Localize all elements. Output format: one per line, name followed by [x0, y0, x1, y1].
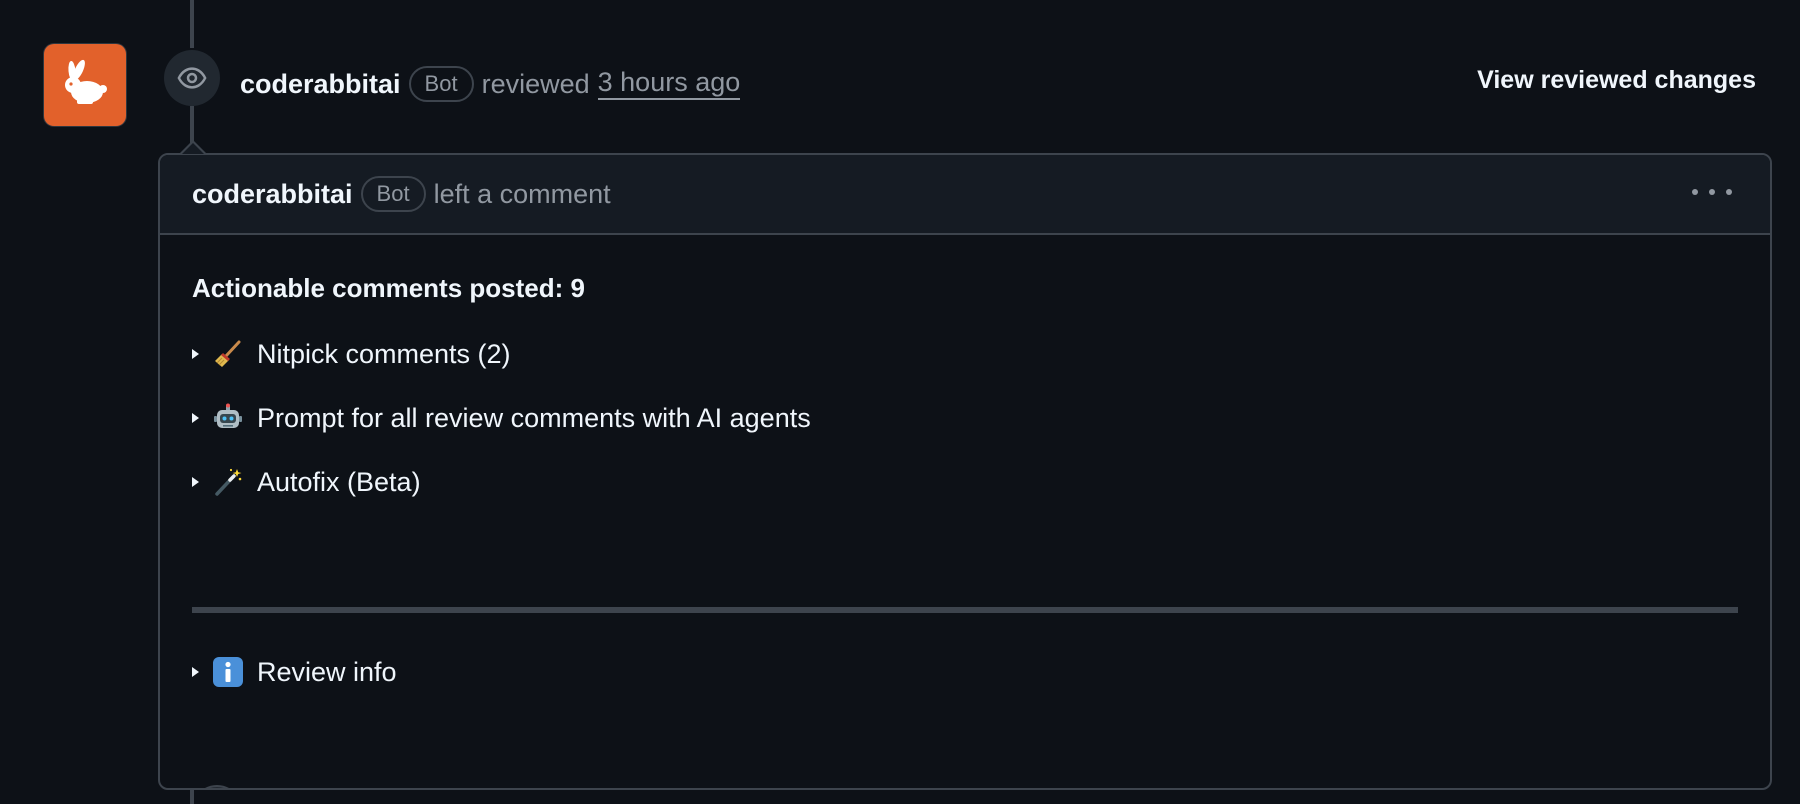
comment-action-text: left a comment [433, 178, 611, 209]
bot-badge: Bot [408, 66, 474, 102]
disclosure-triangle-icon [192, 413, 199, 423]
magic-wand-icon [211, 465, 245, 499]
timeline-line [190, 790, 194, 804]
details-summary-review-info[interactable]: Review info [192, 655, 397, 689]
disclosure-triangle-icon [192, 667, 199, 677]
horizontal-rule [192, 607, 1738, 613]
timeline-line [190, 0, 194, 48]
review-action-text: reviewed [481, 68, 590, 99]
details-label: Autofix (Beta) [257, 466, 421, 497]
robot-icon [211, 401, 245, 435]
pr-review-timeline-item: coderabbitai Bot reviewed 3 hours ago Vi… [0, 0, 1800, 804]
details-summary-ai-prompt[interactable]: Prompt for all review comments with AI a… [192, 401, 811, 435]
review-author-link[interactable]: coderabbitai [240, 69, 401, 100]
disclosure-triangle-icon [192, 349, 199, 359]
details-summary-nitpick[interactable]: Nitpick comments (2) [192, 337, 511, 371]
kebab-horizontal-icon[interactable] [1692, 177, 1732, 207]
add-reaction-button[interactable] [192, 785, 242, 788]
comment-title: Actionable comments posted: 9 [192, 273, 585, 303]
review-time-link[interactable]: 3 hours ago [597, 67, 741, 100]
broom-icon [211, 337, 245, 371]
details-summary-autofix[interactable]: Autofix (Beta) [192, 465, 421, 499]
review-comment-box: coderabbitai Bot left a comment Actionab… [158, 153, 1772, 790]
comment-box-caret [182, 143, 204, 154]
review-header: coderabbitai Bot reviewed 3 hours ago [240, 60, 741, 108]
details-label: Nitpick comments (2) [257, 338, 511, 369]
comment-author-link[interactable]: coderabbitai [192, 179, 353, 210]
rabbit-icon [65, 59, 107, 104]
bot-badge: Bot [360, 176, 426, 212]
view-reviewed-changes-link[interactable]: View reviewed changes [1477, 66, 1756, 95]
disclosure-triangle-icon [192, 477, 199, 487]
details-label: Prompt for all review comments with AI a… [257, 402, 811, 433]
timeline-line [190, 106, 194, 144]
review-event-badge [164, 50, 220, 106]
eye-icon [177, 67, 207, 89]
details-label: Review info [257, 656, 397, 687]
comment-header: coderabbitai Bot left a comment [160, 155, 1770, 235]
information-icon [211, 655, 245, 689]
avatar[interactable] [44, 44, 126, 126]
